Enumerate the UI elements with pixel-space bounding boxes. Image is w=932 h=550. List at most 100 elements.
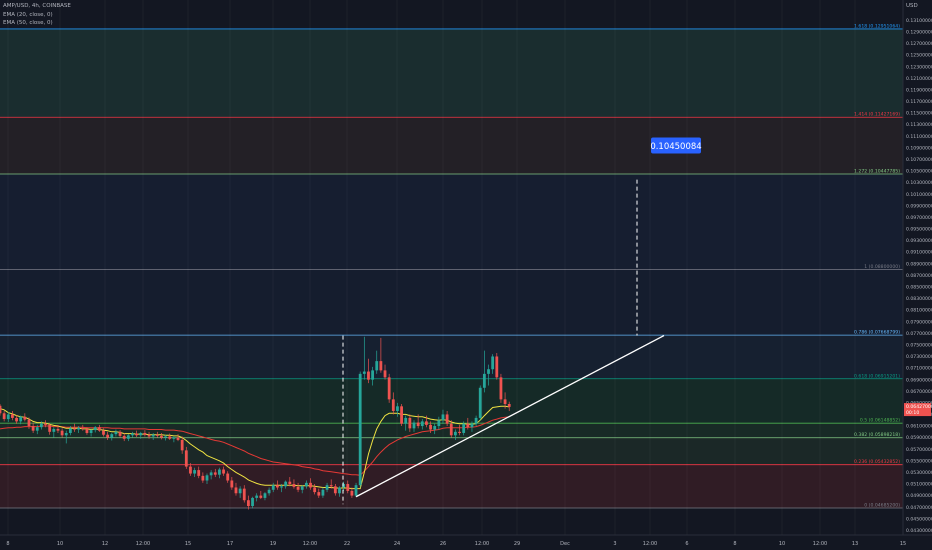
- candle-body[interactable]: [482, 373, 486, 388]
- candle-body[interactable]: [425, 421, 428, 425]
- candle-body[interactable]: [507, 404, 511, 407]
- candle-body[interactable]: [400, 406, 403, 424]
- candle-body[interactable]: [255, 495, 259, 498]
- candle-body[interactable]: [110, 434, 114, 438]
- candle-body[interactable]: [114, 431, 118, 435]
- candle-body[interactable]: [317, 492, 321, 496]
- candle-body[interactable]: [296, 486, 300, 490]
- candle-body[interactable]: [19, 416, 23, 422]
- candle-body[interactable]: [151, 434, 155, 437]
- candle-body[interactable]: [160, 435, 163, 438]
- candle-body[interactable]: [499, 377, 503, 400]
- candle-body[interactable]: [491, 356, 495, 370]
- candle-body[interactable]: [412, 422, 416, 429]
- candle-body[interactable]: [371, 370, 374, 380]
- candle-body[interactable]: [362, 371, 366, 374]
- candle-body[interactable]: [40, 423, 43, 428]
- candle-body[interactable]: [23, 416, 27, 420]
- candle-body[interactable]: [404, 417, 408, 424]
- candle-body[interactable]: [358, 373, 362, 486]
- candle-body[interactable]: [126, 435, 130, 439]
- chart-canvas[interactable]: 0 (0.04685200) 0.236 (0.05432852) 0.382 (0…: [0, 0, 932, 550]
- candle-body[interactable]: [143, 432, 147, 435]
- candle-body[interactable]: [321, 489, 325, 496]
- candle-body[interactable]: [495, 356, 499, 378]
- candle-body[interactable]: [48, 424, 52, 432]
- ema20-legend[interactable]: EMA (20, close, 0): [3, 12, 53, 18]
- candle-body[interactable]: [205, 475, 209, 481]
- candle-body[interactable]: [213, 472, 217, 475]
- candle-body[interactable]: [2, 413, 6, 420]
- candle-body[interactable]: [209, 472, 213, 476]
- candle-body[interactable]: [135, 433, 139, 436]
- candle-body[interactable]: [118, 431, 122, 436]
- candle-body[interactable]: [85, 428, 89, 433]
- candle-body[interactable]: [267, 489, 271, 494]
- candle-body[interactable]: [201, 475, 205, 481]
- candle-body[interactable]: [189, 466, 192, 474]
- candle-body[interactable]: [15, 417, 18, 422]
- candle-body[interactable]: [259, 495, 263, 498]
- candle-body[interactable]: [354, 485, 358, 496]
- candle-body[interactable]: [52, 428, 56, 432]
- candle-body[interactable]: [242, 488, 246, 501]
- candle-body[interactable]: [275, 485, 279, 488]
- candle-body[interactable]: [445, 414, 449, 424]
- candle-body[interactable]: [73, 428, 76, 430]
- candle-body[interactable]: [346, 483, 350, 491]
- candle-body[interactable]: [416, 422, 420, 427]
- candle-body[interactable]: [230, 480, 234, 488]
- candle-body[interactable]: [350, 490, 354, 496]
- candle-body[interactable]: [164, 436, 167, 438]
- candle-body[interactable]: [503, 399, 507, 405]
- candle-body[interactable]: [93, 427, 97, 431]
- candle-body[interactable]: [60, 430, 64, 436]
- candle-body[interactable]: [184, 450, 188, 467]
- candle-body[interactable]: [280, 486, 283, 488]
- candle-body[interactable]: [197, 470, 201, 476]
- candle-body[interactable]: [122, 435, 126, 439]
- candle-body[interactable]: [155, 434, 159, 436]
- candle-body[interactable]: [176, 437, 180, 440]
- candle-body[interactable]: [6, 414, 10, 420]
- candle-body[interactable]: [313, 487, 317, 493]
- candle-body[interactable]: [222, 469, 225, 474]
- candle-body[interactable]: [437, 420, 441, 427]
- candle-body[interactable]: [238, 488, 242, 494]
- candle-body[interactable]: [441, 414, 445, 421]
- candle-body[interactable]: [454, 431, 457, 436]
- candle-body[interactable]: [284, 481, 288, 487]
- candle-body[interactable]: [449, 423, 453, 436]
- candle-body[interactable]: [458, 431, 461, 433]
- candle-body[interactable]: [466, 423, 470, 428]
- candle-body[interactable]: [396, 406, 399, 411]
- candle-body[interactable]: [383, 370, 387, 378]
- candle-body[interactable]: [97, 427, 101, 431]
- candle-body[interactable]: [0, 405, 2, 414]
- candle-body[interactable]: [478, 387, 482, 418]
- candle-body[interactable]: [420, 421, 424, 427]
- candle-body[interactable]: [367, 371, 370, 380]
- candle-body[interactable]: [27, 419, 31, 427]
- candle-body[interactable]: [391, 399, 395, 411]
- candle-body[interactable]: [31, 426, 35, 431]
- candle-body[interactable]: [408, 417, 412, 429]
- candle-body[interactable]: [56, 428, 60, 431]
- candle-body[interactable]: [379, 361, 383, 371]
- candle-body[interactable]: [89, 430, 93, 433]
- candle-body[interactable]: [462, 423, 466, 433]
- candle-body[interactable]: [271, 485, 275, 490]
- candle-body[interactable]: [226, 473, 230, 481]
- candle-body[interactable]: [106, 434, 110, 438]
- candle-body[interactable]: [487, 369, 490, 374]
- candle-body[interactable]: [193, 470, 196, 474]
- candle-body[interactable]: [292, 483, 296, 487]
- candle-body[interactable]: [180, 439, 184, 451]
- candle-body[interactable]: [251, 497, 254, 507]
- candle-body[interactable]: [35, 427, 39, 431]
- candle-body[interactable]: [375, 361, 379, 371]
- candle-body[interactable]: [333, 486, 337, 494]
- candle-body[interactable]: [300, 486, 304, 490]
- candle-body[interactable]: [218, 469, 221, 475]
- candle-body[interactable]: [64, 432, 68, 436]
